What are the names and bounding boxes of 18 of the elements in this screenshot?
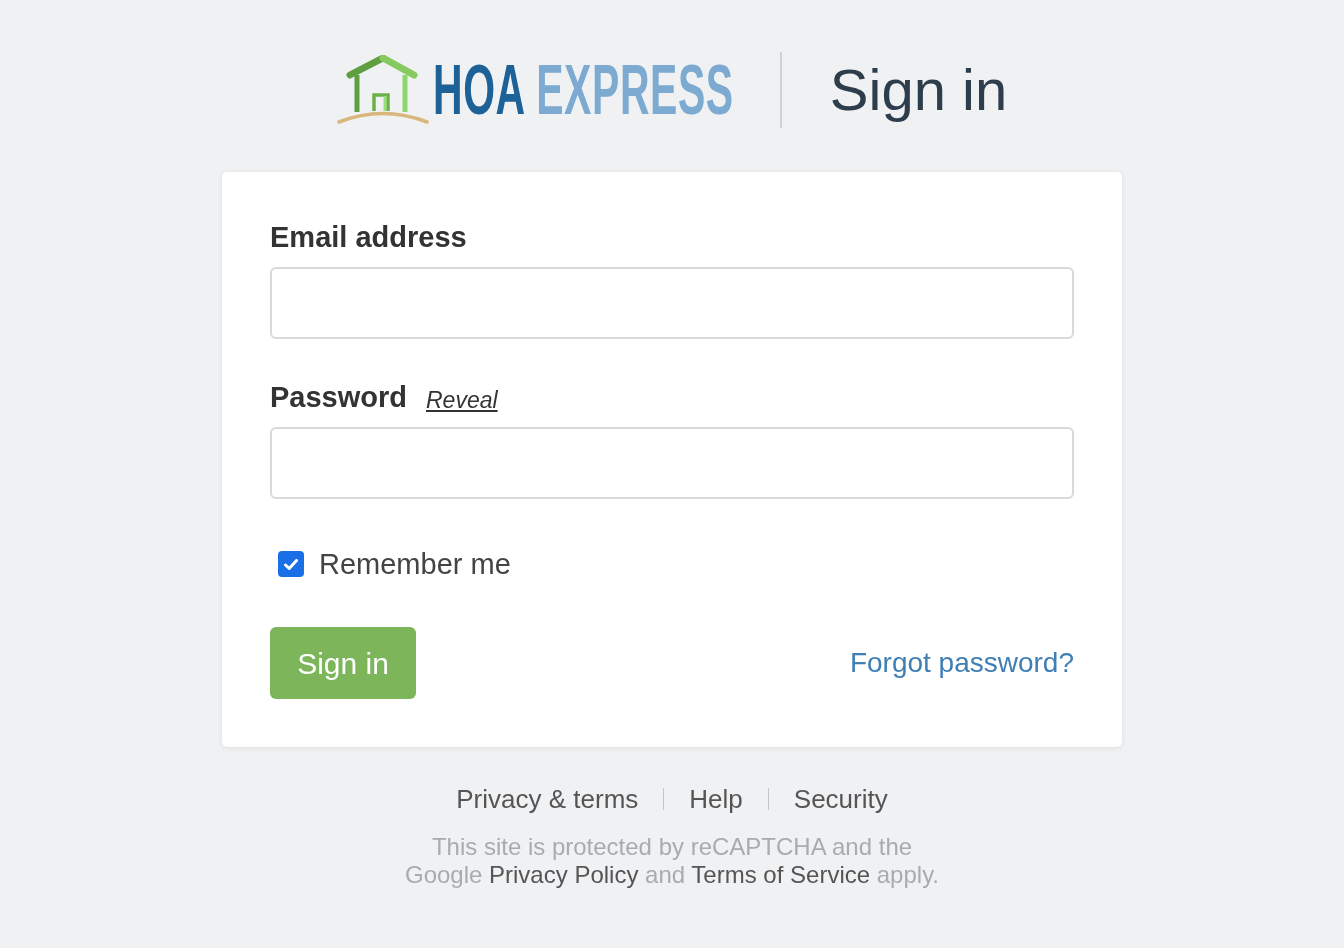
- reveal-link[interactable]: Reveal: [426, 385, 498, 415]
- field-label: Email address: [270, 220, 467, 255]
- input-field[interactable]: [270, 267, 1074, 339]
- footer-link[interactable]: Security: [793, 783, 888, 815]
- policy-link[interactable]: Terms of Service: [691, 861, 871, 888]
- recaptcha-notice: This site is protected by reCAPTCHA and the Google Privacy Policy and Terms of Service apply.: [404, 833, 939, 889]
- footer-link[interactable]: Privacy & terms: [456, 783, 639, 815]
- house-logo-icon: [336, 55, 429, 125]
- input-field[interactable]: [270, 427, 1074, 499]
- page-title: Sign in: [829, 56, 1008, 124]
- policy-link[interactable]: Privacy Policy: [489, 861, 639, 888]
- footer-link[interactable]: Help: [689, 783, 743, 815]
- remember-me-label: Remember me: [319, 547, 511, 582]
- checkbox[interactable]: [278, 551, 304, 577]
- field-label: Password: [270, 380, 407, 415]
- logo-wordmark: HOA EXPRESS: [432, 52, 734, 128]
- forgot-password-link[interactable]: Forgot password?: [849, 645, 1074, 681]
- checkmark-icon: [284, 558, 298, 570]
